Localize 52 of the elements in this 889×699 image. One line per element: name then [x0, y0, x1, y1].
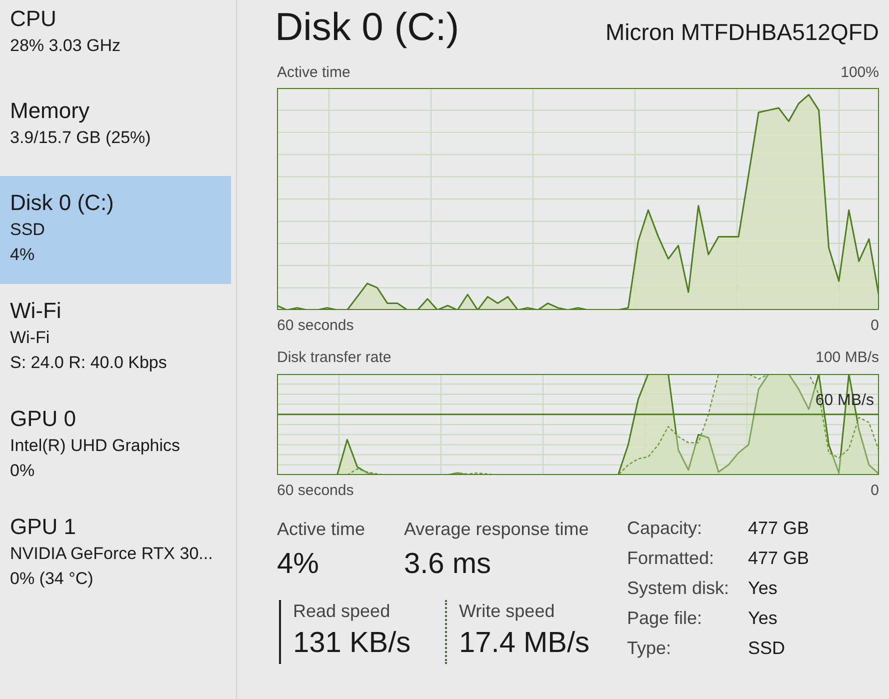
legend-line: [445, 600, 447, 664]
sidebar-item-detail: 4%: [10, 244, 36, 266]
stat-value: 4%: [277, 547, 320, 582]
property-label: Page file:: [627, 607, 704, 630]
stat-value: 17.4 MB/s: [459, 626, 590, 661]
sidebar-item-title: Disk 0 (C:): [10, 189, 115, 217]
zero-label: 0: [870, 481, 879, 501]
property-value: 477 GB: [748, 517, 810, 540]
sidebar-item-title: GPU 1: [10, 513, 78, 541]
sidebar-item-detail: 3.9/15.7 GB (25%): [10, 127, 152, 149]
disk-title: Disk 0 (C:): [275, 5, 460, 51]
stat-label: Average response time: [404, 518, 590, 541]
sidebar-item-detail: Intel(R) UHD Graphics: [10, 435, 182, 457]
sidebar-item-title: Wi-Fi: [10, 297, 62, 325]
sidebar-item-title: CPU: [10, 5, 58, 33]
sidebar-item-detail: 0% (34 °C): [10, 568, 94, 590]
property-label: Capacity:: [627, 517, 704, 540]
property-value: Yes: [748, 607, 778, 630]
stat-label: Read speed: [293, 600, 392, 622]
property-value: Yes: [748, 577, 778, 600]
stat-value: 3.6 ms: [404, 547, 492, 582]
property-value: 477 GB: [748, 547, 810, 570]
sidebar-item-detail: 0%: [10, 460, 36, 482]
property-label: Type:: [627, 637, 672, 660]
sidebar-item[interactable]: Wi-Fi Wi-Fi S: 24.0 R: 40.0 Kbps: [0, 284, 231, 392]
scale-max-label: 100 MB/s: [816, 348, 879, 368]
stat-label: Write speed: [459, 600, 556, 622]
property-value: SSD: [748, 637, 786, 660]
sidebar-item-detail: Wi-Fi: [10, 327, 51, 349]
time-span-label: 60 seconds: [277, 316, 354, 336]
graph-title: Disk transfer rate: [277, 348, 392, 368]
time-span-label: 60 seconds: [277, 481, 354, 501]
sidebar-item[interactable]: CPU 28% 3.03 GHz: [0, 0, 231, 84]
sidebar-item-detail: NVIDIA GeForce RTX 30...: [10, 543, 214, 565]
sidebar-item-detail: 28% 3.03 GHz: [10, 35, 122, 57]
scale-max-label: 100%: [840, 63, 879, 83]
property-label: System disk:: [627, 577, 730, 600]
sidebar-item[interactable]: GPU 1 NVIDIA GeForce RTX 30... 0% (34 °C): [0, 500, 231, 608]
sidebar-item-detail: SSD: [10, 219, 46, 241]
sidebar-item[interactable]: Disk 0 (C:) SSD 4%: [0, 176, 231, 284]
stat-value: 131 KB/s: [293, 626, 411, 661]
property-label: Formatted:: [627, 547, 716, 570]
sidebar-item-title: GPU 0: [10, 405, 78, 433]
sidebar-item-detail: S: 24.0 R: 40.0 Kbps: [10, 352, 168, 374]
graph-title: Active time: [277, 63, 350, 83]
sidebar-item[interactable]: Memory 3.9/15.7 GB (25%): [0, 84, 231, 176]
stat-label: Active time: [277, 518, 366, 541]
sidebar-item-title: Memory: [10, 97, 90, 125]
legend-line: [279, 600, 281, 664]
disk-model: Micron MTFDHBA512QFD: [606, 18, 879, 46]
zero-label: 0: [870, 316, 879, 336]
sidebar-item[interactable]: GPU 0 Intel(R) UHD Graphics 0%: [0, 392, 231, 500]
